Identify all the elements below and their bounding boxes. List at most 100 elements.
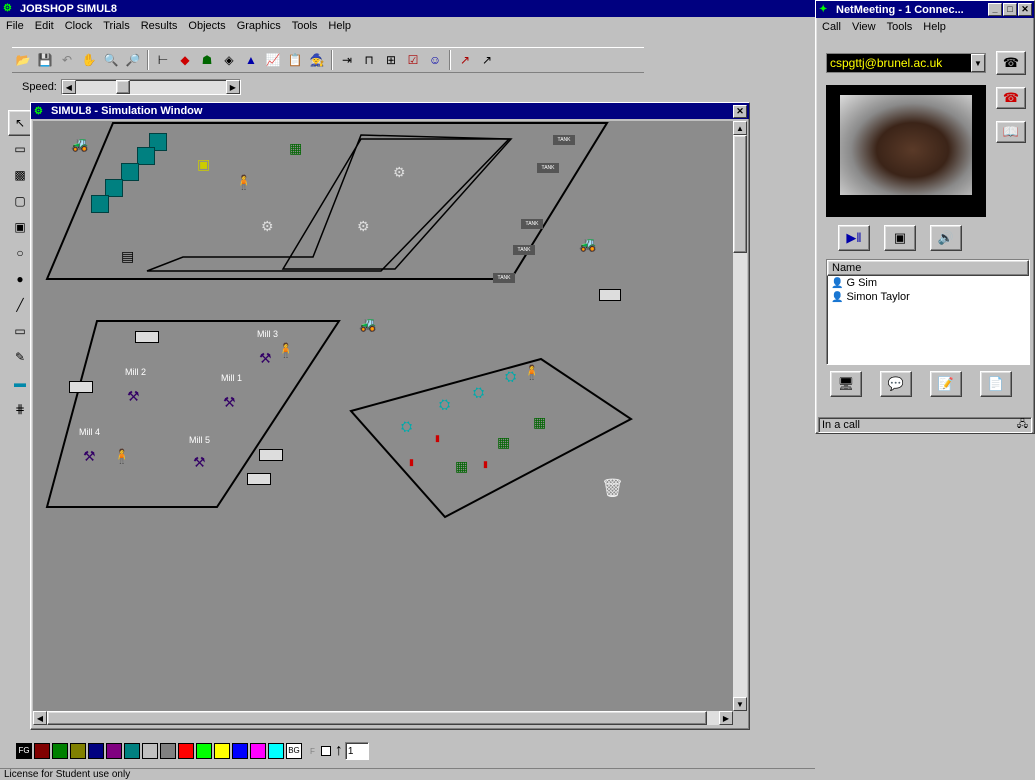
scroll-up-icon[interactable]: ▲ xyxy=(733,121,747,135)
assembly-machine-icon[interactable]: ▦ xyxy=(289,141,302,155)
filled-rounded-rectangle-icon[interactable]: ▣ xyxy=(8,214,32,240)
fg-color-swatch[interactable]: FG xyxy=(16,743,32,759)
pallet-icon[interactable] xyxy=(599,289,621,301)
horizontal-scroll-thumb[interactable] xyxy=(47,711,707,725)
save-icon[interactable]: 💾 xyxy=(34,50,56,70)
audio-button[interactable]: 🔊 xyxy=(930,225,962,251)
nm-menu-tools[interactable]: Tools xyxy=(887,21,913,33)
robot-arm-icon[interactable]: ⚙ xyxy=(261,219,274,233)
color-swatch[interactable] xyxy=(52,743,68,759)
worker-icon[interactable]: 🧍 xyxy=(235,175,252,189)
picture-in-picture-button[interactable]: ▣ xyxy=(884,225,916,251)
netmeeting-titlebar[interactable]: ✦ NetMeeting - 1 Connec... _ □ ✕ xyxy=(816,1,1034,18)
assembly-machine-icon[interactable]: ▦ xyxy=(455,459,468,473)
participant-row[interactable]: 👤 Simon Taylor xyxy=(827,290,1029,304)
whiteboard-button[interactable]: 📝 xyxy=(930,371,962,397)
maximize-icon[interactable]: □ xyxy=(1003,3,1017,16)
speed-slider[interactable]: ◀ ▶ xyxy=(60,79,241,95)
rectangle-icon[interactable]: ▭ xyxy=(8,136,32,162)
address-dropdown-icon[interactable]: ▼ xyxy=(971,54,985,72)
pallet-icon[interactable] xyxy=(259,449,283,461)
menu-file[interactable]: File xyxy=(6,20,24,32)
lathe-icon[interactable]: ⛭ xyxy=(505,369,516,383)
tank-icon[interactable]: TANK xyxy=(537,163,559,173)
worker-icon[interactable]: 🧍 xyxy=(113,449,130,463)
lathe-icon[interactable]: ⛭ xyxy=(439,397,450,411)
filled-rectangle-icon[interactable]: ▩ xyxy=(8,162,32,188)
minimize-icon[interactable]: _ xyxy=(988,3,1002,16)
close-icon[interactable]: ✕ xyxy=(733,104,747,118)
robot-arm-icon[interactable]: ⚙ xyxy=(393,165,406,179)
color-swatch[interactable] xyxy=(106,743,122,759)
worker-icon[interactable]: ☺ xyxy=(424,50,446,70)
menu-trials[interactable]: Trials xyxy=(103,20,129,32)
speed-right-arrow[interactable]: ▶ xyxy=(225,80,240,94)
horizontal-scrollbar[interactable]: ◀ ▶ xyxy=(33,711,733,725)
menu-results[interactable]: Results xyxy=(141,20,178,32)
hang-up-button[interactable]: ☎ xyxy=(996,87,1026,109)
nm-menu-call[interactable]: Call xyxy=(822,21,841,33)
exit-icon[interactable]: ☑ xyxy=(402,50,424,70)
color-swatch[interactable] xyxy=(214,743,230,759)
tank-icon[interactable]: TANK xyxy=(553,135,575,145)
server-cabinet-icon[interactable]: ▤ xyxy=(121,249,134,263)
mill-machine-icon[interactable]: ⚒ xyxy=(127,389,140,403)
directory-button[interactable]: 📖 xyxy=(996,121,1026,143)
work-center-icon[interactable]: ☗ xyxy=(196,50,218,70)
assembly-machine-icon[interactable]: ▦ xyxy=(497,435,510,449)
report-icon[interactable]: 📋 xyxy=(284,50,306,70)
place-call-button[interactable]: ☎ xyxy=(996,51,1026,75)
close-icon[interactable]: ✕ xyxy=(1018,3,1032,16)
share-button[interactable]: 🖥 xyxy=(830,371,862,397)
arrow-up-icon[interactable]: ↑ xyxy=(335,742,343,760)
paint-icon[interactable]: ✎ xyxy=(8,344,32,370)
name-column-header[interactable]: Name xyxy=(827,260,1029,276)
color-swatch[interactable] xyxy=(142,743,158,759)
work-entry-point-icon[interactable]: ⊢ xyxy=(152,50,174,70)
menu-edit[interactable]: Edit xyxy=(35,20,54,32)
worker-icon[interactable]: 🧍 xyxy=(277,343,294,357)
simul8-titlebar[interactable]: ⚙ JOBSHOP SIMUL8 xyxy=(0,0,815,17)
font-label[interactable]: F xyxy=(310,747,315,756)
vertical-scroll-thumb[interactable] xyxy=(733,135,747,253)
scroll-left-icon[interactable]: ◀ xyxy=(33,711,47,725)
pallet-icon[interactable] xyxy=(135,331,159,343)
graph-icon[interactable]: 📈 xyxy=(262,50,284,70)
address-combo[interactable]: cspgttj@brunel.ac.uk ▼ xyxy=(826,53,986,73)
line-icon[interactable]: ╱ xyxy=(8,292,32,318)
arrow-icon[interactable]: ↗ xyxy=(476,50,498,70)
menu-tools[interactable]: Tools xyxy=(292,20,318,32)
color-swatch[interactable] xyxy=(268,743,284,759)
play-pause-button[interactable]: ▶‖ xyxy=(838,225,870,251)
color-swatch[interactable] xyxy=(124,743,140,759)
forklift-icon[interactable]: 🚜 xyxy=(71,137,88,151)
forklift-icon[interactable]: 🚜 xyxy=(359,317,376,331)
tank-icon[interactable]: TANK xyxy=(493,273,515,283)
scroll-down-icon[interactable]: ▼ xyxy=(733,697,747,711)
mill-machine-icon[interactable]: ⚒ xyxy=(83,449,96,463)
pallet-icon[interactable] xyxy=(69,381,93,393)
bg-color-swatch[interactable]: BG xyxy=(286,743,302,759)
zoom-out-icon[interactable]: 🔎 xyxy=(122,50,144,70)
menu-graphics[interactable]: Graphics xyxy=(237,20,281,32)
grid-icon[interactable]: ⋕ xyxy=(8,396,32,422)
menu-help[interactable]: Help xyxy=(328,20,351,32)
file-transfer-button[interactable]: 📄 xyxy=(980,371,1012,397)
wizard-icon[interactable]: 🧙 xyxy=(306,50,328,70)
trash-bin-icon[interactable]: 🗑 xyxy=(601,479,624,497)
mill-machine-icon[interactable]: ⚒ xyxy=(259,351,272,365)
mill-machine-icon[interactable]: ⚒ xyxy=(223,395,236,409)
resource-icon[interactable]: ▲ xyxy=(240,50,262,70)
storage-icon[interactable]: ⊓ xyxy=(358,50,380,70)
select-arrow-icon[interactable]: ↖ xyxy=(8,110,32,136)
robot-arm-icon[interactable]: ⚙ xyxy=(357,219,370,233)
chat-button[interactable]: 💬 xyxy=(880,371,912,397)
ellipse-icon[interactable]: ○ xyxy=(8,240,32,266)
route-icon[interactable]: ↗ xyxy=(454,50,476,70)
simulation-canvas[interactable]: 🚜 ▣ 🧍 ▦ ⚙ ⚙ ⚙ ▤ TANK TANK TANK TANK TANK… xyxy=(33,121,733,711)
color-swatch[interactable] xyxy=(250,743,266,759)
color-swatch[interactable] xyxy=(232,743,248,759)
tank-icon[interactable]: TANK xyxy=(521,219,543,229)
participant-row[interactable]: 👤 G Sim xyxy=(827,276,1029,290)
lathe-icon[interactable]: ⛭ xyxy=(401,419,412,433)
